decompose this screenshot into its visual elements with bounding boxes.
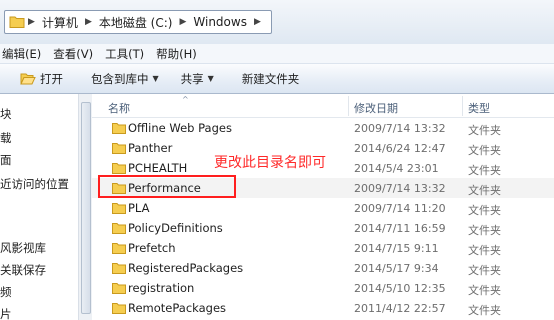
file-date: 2014/6/24 12:47 [354, 142, 446, 155]
folder-icon [9, 16, 25, 28]
file-date: 2014/5/17 9:34 [354, 262, 439, 275]
file-date: 2011/4/12 22:57 [354, 302, 446, 315]
address-bar[interactable]: ▶ 计算机 ▶ 本地磁盘 (C:) ▶ Windows ▶ [4, 10, 272, 34]
menu-tools[interactable]: 工具(T) [103, 46, 154, 62]
file-name: registration [128, 281, 195, 295]
file-type: 文件夹 [468, 124, 501, 137]
menu-bar: 编辑(E) 查看(V) 工具(T) 帮助(H) [0, 44, 554, 64]
nav-item-favorites[interactable]: 块 [0, 106, 12, 122]
file-name: Panther [128, 141, 173, 155]
file-row[interactable]: Offline Web Pages 2009/7/14 13:32 文件夹 [92, 118, 554, 138]
file-date: 2014/7/11 16:59 [354, 222, 446, 235]
share-button[interactable]: 共享 ▼ [181, 71, 214, 87]
new-folder-label: 新建文件夹 [241, 71, 300, 86]
nav-scrollbar-thumb[interactable] [81, 102, 91, 314]
column-divider[interactable] [462, 96, 463, 116]
column-name[interactable]: 名称 [108, 100, 130, 116]
nav-scrollbar[interactable] [78, 94, 92, 320]
chevron-right-icon[interactable]: ▶ [251, 17, 264, 27]
annotation-text: 更改此目录名即可 [214, 155, 326, 171]
navigation-pane: 块 载 面 近访问的位置 风影视库 关联保存 频 片 [0, 94, 78, 320]
file-type: 文件夹 [468, 284, 501, 297]
file-list: ^ 名称 修改日期 类型 Offline Web Pages 2009/7/14… [92, 94, 554, 320]
column-date[interactable]: 修改日期 [354, 100, 398, 116]
nav-item-desktop[interactable]: 面 [0, 152, 12, 168]
file-type: 文件夹 [468, 164, 501, 177]
chevron-right-icon[interactable]: ▶ [25, 17, 38, 27]
menu-help[interactable]: 帮助(H) [154, 46, 207, 62]
file-date: 2009/7/14 11:20 [354, 202, 446, 215]
file-date: 2014/7/15 9:11 [354, 242, 439, 255]
file-type: 文件夹 [468, 184, 501, 197]
file-name: PolicyDefinitions [128, 221, 223, 235]
menu-edit[interactable]: 编辑(E) [0, 46, 51, 62]
folder-icon [112, 203, 126, 214]
file-name: RemotePackages [128, 301, 227, 315]
folder-icon [112, 263, 126, 274]
address-bar-area: ▶ 计算机 ▶ 本地磁盘 (C:) ▶ Windows ▶ [0, 0, 554, 44]
file-date: 2009/7/14 13:32 [354, 182, 446, 195]
file-row[interactable]: RemotePackages 2011/4/12 22:57 文件夹 [92, 298, 554, 318]
file-date: 2014/5/10 12:35 [354, 282, 446, 295]
folder-icon [112, 243, 126, 254]
new-folder-button[interactable]: 新建文件夹 [242, 71, 300, 87]
nav-item-saved[interactable]: 关联保存 [0, 262, 46, 278]
folder-icon [112, 163, 126, 174]
column-header: ^ 名称 修改日期 类型 [92, 94, 554, 118]
highlight-box [98, 175, 236, 198]
file-name: PCHEALTH [128, 161, 188, 175]
menu-view[interactable]: 查看(V) [51, 46, 103, 62]
open-label: 打开 [40, 71, 63, 86]
column-divider[interactable] [348, 96, 349, 116]
include-in-library-label: 包含到库中 [91, 71, 149, 86]
nav-item-video-library[interactable]: 风影视库 [0, 240, 46, 256]
nav-item-downloads[interactable]: 载 [0, 130, 12, 146]
file-type: 文件夹 [468, 304, 501, 317]
file-row[interactable]: PolicyDefinitions 2014/7/11 16:59 文件夹 [92, 218, 554, 238]
file-date: 2009/7/14 13:32 [354, 122, 446, 135]
nav-item-recent-places[interactable]: 近访问的位置 [0, 176, 69, 192]
file-date: 2014/5/4 23:01 [354, 162, 439, 175]
file-name: Offline Web Pages [128, 121, 232, 135]
folder-icon [112, 303, 126, 314]
folder-icon [112, 283, 126, 294]
chevron-right-icon[interactable]: ▶ [176, 17, 189, 27]
breadcrumb-computer[interactable]: 计算机 [38, 11, 82, 33]
nav-item-videos[interactable]: 频 [0, 284, 12, 300]
include-in-library-button[interactable]: 包含到库中 ▼ [91, 71, 159, 87]
chevron-right-icon[interactable]: ▶ [82, 17, 95, 27]
file-type: 文件夹 [468, 224, 501, 237]
file-row[interactable]: PLA 2009/7/14 11:20 文件夹 [92, 198, 554, 218]
file-name: Prefetch [128, 241, 176, 255]
breadcrumb-windows[interactable]: Windows [189, 11, 251, 33]
chevron-down-icon: ▼ [152, 74, 159, 83]
file-type: 文件夹 [468, 264, 501, 277]
chevron-down-icon: ▼ [207, 74, 214, 83]
file-row[interactable]: registration 2014/5/10 12:35 文件夹 [92, 278, 554, 298]
file-name: RegisteredPackages [128, 261, 244, 275]
nav-item-pictures[interactable]: 片 [0, 306, 12, 320]
folder-icon [112, 143, 126, 154]
sort-arrow-icon: ^ [182, 95, 189, 104]
column-type[interactable]: 类型 [468, 100, 490, 116]
file-name: PLA [128, 201, 150, 215]
file-type: 文件夹 [468, 244, 501, 257]
share-label: 共享 [180, 71, 204, 86]
file-row[interactable]: RegisteredPackages 2014/5/17 9:34 文件夹 [92, 258, 554, 278]
file-type: 文件夹 [468, 204, 501, 217]
open-button[interactable]: 打开 [20, 71, 63, 87]
folder-icon [112, 123, 126, 134]
breadcrumb-local-disk[interactable]: 本地磁盘 (C:) [95, 11, 177, 33]
file-type: 文件夹 [468, 144, 501, 157]
file-row[interactable]: Prefetch 2014/7/15 9:11 文件夹 [92, 238, 554, 258]
open-icon [20, 73, 36, 84]
folder-icon [112, 223, 126, 234]
command-bar: 打开 包含到库中 ▼ 共享 ▼ 新建文件夹 [0, 64, 554, 94]
